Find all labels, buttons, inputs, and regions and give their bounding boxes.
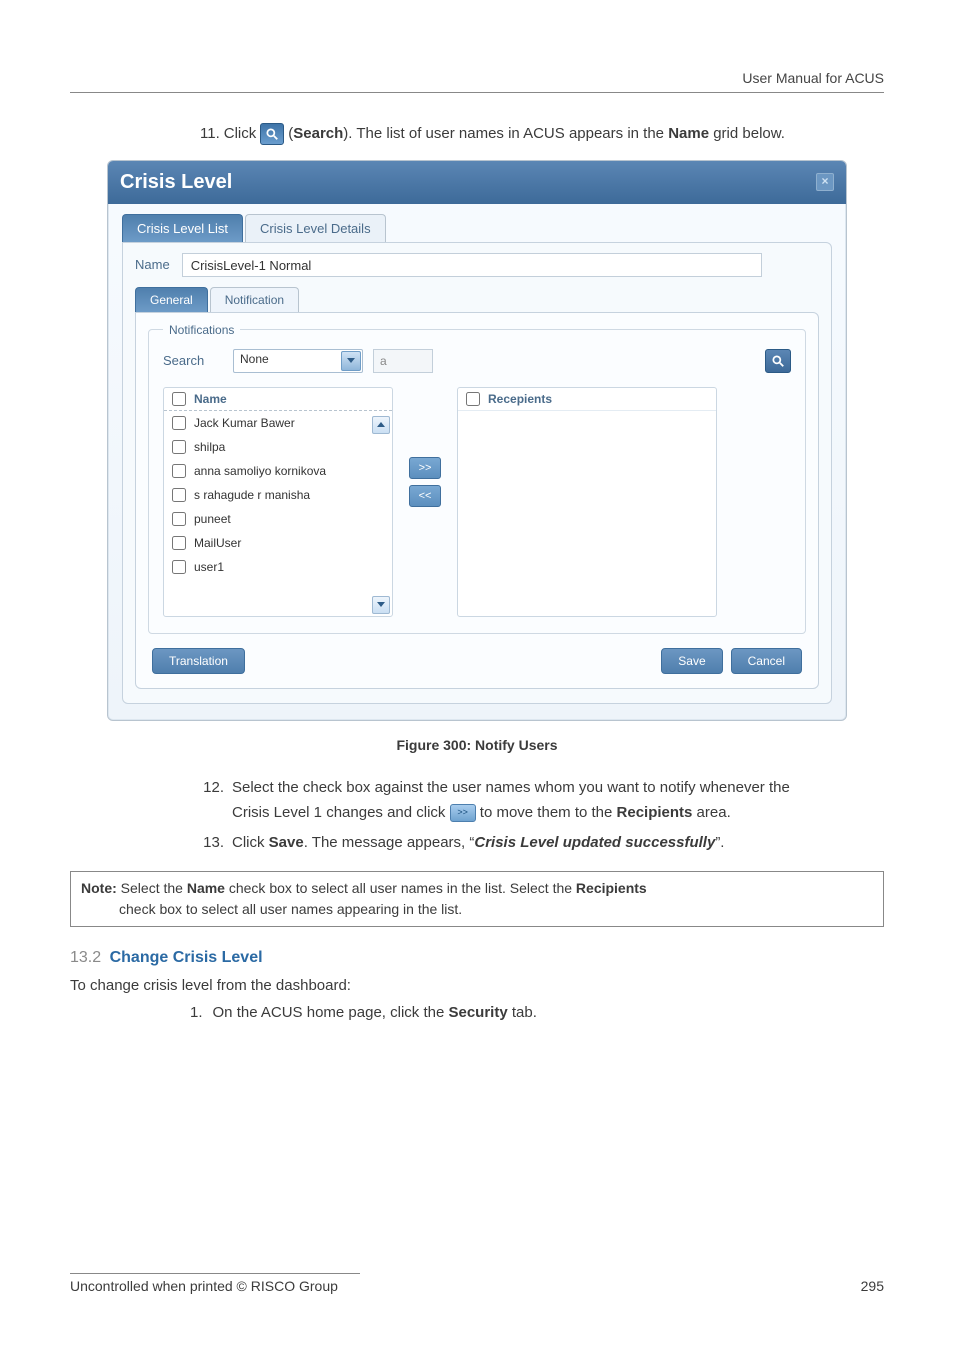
footer-rule bbox=[70, 1273, 360, 1274]
scroll-down-icon[interactable] bbox=[372, 596, 390, 614]
section-step-1-b: tab. bbox=[508, 1004, 537, 1021]
notifications-fieldset: Notifications Search None bbox=[148, 323, 806, 634]
step-11-search-bold: Search bbox=[293, 125, 343, 142]
row-checkbox[interactable] bbox=[172, 536, 186, 550]
row-checkbox[interactable] bbox=[172, 488, 186, 502]
row-checkbox[interactable] bbox=[172, 512, 186, 526]
step-12-line2c: area. bbox=[692, 804, 730, 821]
name-label: Name bbox=[135, 257, 170, 272]
section-step-1-a: On the ACUS home page, click the bbox=[213, 1004, 449, 1021]
step-11: 11. Click (Search). The list of user nam… bbox=[200, 123, 884, 146]
names-list[interactable]: Name Jack Kumar Bawer shilpa anna samoli… bbox=[163, 387, 393, 617]
scroll-up-icon[interactable] bbox=[372, 416, 390, 434]
step-11-tail2: grid below. bbox=[709, 125, 785, 142]
row-label: MailUser bbox=[194, 536, 241, 550]
search-button[interactable] bbox=[765, 349, 791, 373]
row-label: shilpa bbox=[194, 440, 225, 454]
search-select-wrap[interactable]: None bbox=[233, 349, 363, 373]
row-checkbox[interactable] bbox=[172, 416, 186, 430]
page-number: 295 bbox=[861, 1278, 884, 1294]
name-field[interactable]: CrisisLevel-1 Normal bbox=[182, 253, 762, 277]
select-all-names-checkbox[interactable] bbox=[172, 392, 186, 406]
row-label: puneet bbox=[194, 512, 231, 526]
search-filter-input[interactable] bbox=[373, 349, 433, 373]
row-label: user1 bbox=[194, 560, 224, 574]
row-label: s rahagude r manisha bbox=[194, 488, 310, 502]
save-button[interactable]: Save bbox=[661, 648, 722, 674]
figure-caption: Figure 300: Notify Users bbox=[70, 737, 884, 753]
dialog-title: Crisis Level bbox=[120, 171, 232, 194]
step-13-b: . The message appears, “ bbox=[304, 834, 475, 851]
note-label: Note: bbox=[81, 880, 117, 896]
list-item[interactable]: s rahagude r manisha bbox=[164, 483, 392, 507]
section-heading: 13.2 Change Crisis Level bbox=[70, 949, 884, 967]
dialog-titlebar: Crisis Level × bbox=[108, 161, 846, 204]
step-12-num: 12. bbox=[200, 775, 224, 826]
search-label: Search bbox=[163, 353, 223, 368]
note-a: Select the bbox=[117, 880, 187, 896]
header-rule bbox=[70, 92, 884, 93]
tab-crisis-level-list[interactable]: Crisis Level List bbox=[122, 214, 243, 242]
step-13-a: Click bbox=[232, 834, 269, 851]
outer-tabs: Crisis Level List Crisis Level Details bbox=[122, 214, 832, 242]
names-header: Name bbox=[194, 392, 227, 406]
tab-general[interactable]: General bbox=[135, 287, 208, 312]
section-step-1: 1. On the ACUS home page, click the Secu… bbox=[190, 1004, 884, 1021]
list-item[interactable]: shilpa bbox=[164, 435, 392, 459]
crisis-level-dialog: Crisis Level × Crisis Level List Crisis … bbox=[107, 160, 847, 721]
step-13-save-bold: Save bbox=[269, 834, 304, 851]
inner-tabs: General Notification bbox=[135, 287, 819, 312]
search-icon bbox=[260, 123, 284, 145]
cancel-button[interactable]: Cancel bbox=[731, 648, 802, 674]
note-c: check box to select all user names appea… bbox=[119, 899, 462, 920]
list-item[interactable]: Jack Kumar Bawer bbox=[164, 411, 392, 435]
step-13-c: ”. bbox=[715, 834, 724, 851]
row-checkbox[interactable] bbox=[172, 440, 186, 454]
step-11-pre: Click bbox=[224, 123, 257, 146]
step-12-line1: Select the check box against the user na… bbox=[232, 779, 790, 796]
note-box: Note: Select the Name check box to selec… bbox=[70, 871, 884, 927]
step-12: 12. Select the check box against the use… bbox=[200, 775, 884, 826]
step-11-name-bold: Name bbox=[668, 125, 709, 142]
note-name-bold: Name bbox=[187, 880, 225, 896]
select-all-recipients-checkbox[interactable] bbox=[466, 392, 480, 406]
search-select[interactable]: None bbox=[233, 349, 363, 373]
step-12-line2b: to move them to the bbox=[480, 804, 617, 821]
section-title: Change Crisis Level bbox=[110, 949, 263, 966]
recipients-list[interactable]: Recepients bbox=[457, 387, 717, 617]
list-item[interactable]: puneet bbox=[164, 507, 392, 531]
list-item[interactable]: MailUser bbox=[164, 531, 392, 555]
step-11-tail: ). The list of user names in ACUS appear… bbox=[343, 125, 668, 142]
move-right-button[interactable]: >> bbox=[409, 457, 441, 479]
note-b: check box to select all user names in th… bbox=[225, 880, 576, 896]
row-label: anna samoliyo kornikova bbox=[194, 464, 326, 478]
section-num: 13.2 bbox=[70, 949, 101, 966]
tab-notification[interactable]: Notification bbox=[210, 287, 299, 312]
row-checkbox[interactable] bbox=[172, 560, 186, 574]
tab-crisis-level-details[interactable]: Crisis Level Details bbox=[245, 214, 386, 242]
step-11-num: 11. bbox=[200, 123, 220, 146]
move-left-button[interactable]: << bbox=[409, 485, 441, 507]
recipients-header: Recepients bbox=[488, 392, 552, 406]
step-12-recipients-bold: Recipients bbox=[617, 804, 693, 821]
section-step-1-bold: Security bbox=[448, 1004, 507, 1021]
section-step-1-num: 1. bbox=[190, 1004, 203, 1021]
list-item[interactable]: user1 bbox=[164, 555, 392, 579]
section-intro: To change crisis level from the dashboar… bbox=[70, 977, 884, 994]
scrollbar[interactable] bbox=[372, 416, 390, 435]
row-checkbox[interactable] bbox=[172, 464, 186, 478]
step-13: 13. Click Save. The message appears, “Cr… bbox=[200, 830, 884, 856]
step-12-line2a: Crisis Level 1 changes and click bbox=[232, 804, 445, 821]
close-icon[interactable]: × bbox=[816, 173, 834, 191]
step-13-italic: Crisis Level updated successfully bbox=[474, 834, 715, 851]
page-header: User Manual for ACUS bbox=[70, 70, 884, 92]
move-right-icon: >> bbox=[450, 804, 476, 822]
note-recipients-bold: Recipients bbox=[576, 880, 647, 896]
list-item[interactable]: anna samoliyo kornikova bbox=[164, 459, 392, 483]
translation-button[interactable]: Translation bbox=[152, 648, 245, 674]
notifications-legend: Notifications bbox=[163, 323, 240, 337]
step-13-num: 13. bbox=[200, 830, 224, 856]
row-label: Jack Kumar Bawer bbox=[194, 416, 295, 430]
footer-left: Uncontrolled when printed © RISCO Group bbox=[70, 1278, 338, 1294]
